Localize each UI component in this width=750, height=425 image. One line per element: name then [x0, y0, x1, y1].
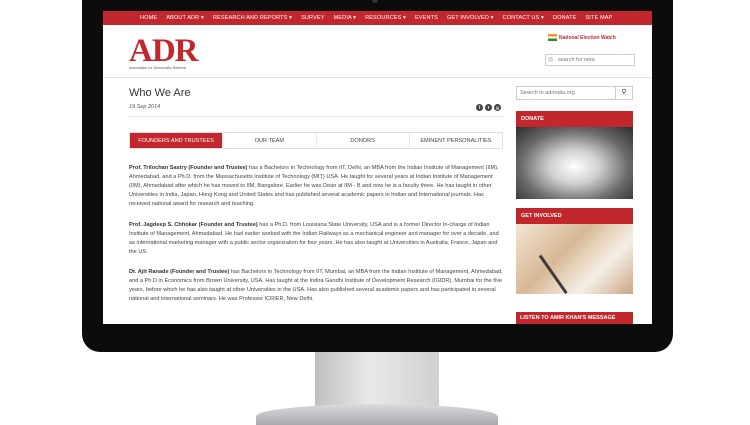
- nav-about[interactable]: ABOUT ADR ▾: [166, 15, 204, 21]
- nav-home[interactable]: HOME: [140, 15, 157, 21]
- neta-search: ◎: [545, 54, 635, 66]
- top-navigation: HOME ABOUT ADR ▾ RESEARCH AND REPORTS ▾ …: [103, 11, 652, 25]
- tab-our-team[interactable]: OUR TEAM: [223, 133, 317, 148]
- bio-name: Prof. Trilochan Sastry (Founder and Trus…: [129, 165, 248, 171]
- writing-image: [516, 224, 633, 295]
- nav-research[interactable]: RESEARCH AND REPORTS ▾: [213, 15, 292, 21]
- tab-bar: FOUNDERS AND TRUSTEES OUR TEAM DONORS EM…: [129, 132, 503, 149]
- nav-get-involved[interactable]: GET INVOLVED ▾: [447, 15, 494, 21]
- site-header: ADR Association for Democratic Reforms N…: [103, 25, 652, 78]
- page-title: Who We Are: [129, 87, 191, 99]
- hands-image: [516, 127, 633, 199]
- bio-paragraph: Dr. Ajit Ranade (Founder and Trustee) ha…: [129, 268, 503, 304]
- monitor-stand-base: [256, 404, 498, 425]
- national-election-watch-logo[interactable]: National Election Watch: [548, 34, 616, 41]
- nav-sitemap[interactable]: SITE MAP: [585, 15, 612, 21]
- get-involved-label: GET INVOLVED: [521, 213, 562, 219]
- flag-icon: [548, 34, 557, 41]
- screen: HOME ABOUT ADR ▾ RESEARCH AND REPORTS ▾ …: [103, 11, 652, 324]
- get-involved-box[interactable]: GET INVOLVED: [516, 208, 633, 295]
- google-plus-icon[interactable]: g: [494, 104, 501, 111]
- bio-text: has a Bachelors in Technology from IIT, …: [129, 165, 499, 207]
- site-search: ⚲: [516, 86, 633, 100]
- twitter-icon[interactable]: t: [485, 104, 492, 111]
- nav-survey[interactable]: SURVEY: [301, 15, 325, 21]
- donate-box[interactable]: DONATE: [516, 111, 633, 199]
- donate-label: DONATE: [521, 116, 544, 122]
- nav-donate[interactable]: DONATE: [553, 15, 577, 21]
- bio-name: Prof. Jagdeep S. Chhokar (Founder and Tr…: [129, 222, 258, 228]
- bio-paragraph: Prof. Trilochan Sastry (Founder and Trus…: [129, 164, 503, 209]
- neta-search-input[interactable]: [558, 56, 630, 63]
- social-share: f t g: [476, 104, 501, 111]
- facebook-icon[interactable]: f: [476, 104, 483, 111]
- main-content: Who We Are 19 Sep 2014 f t g FOUNDERS AN…: [103, 78, 652, 324]
- tab-eminent-personalities[interactable]: EMINENT PERSONALITIES: [410, 133, 502, 148]
- sidebar: ⚲ DONATE GET INVOLVED LISTEN TO AMIR KHA…: [516, 86, 633, 324]
- listen-message-button[interactable]: LISTEN TO AMIR KHAN'S MESSAGE: [516, 312, 633, 324]
- divider: [129, 116, 503, 117]
- pen-icon: [538, 254, 568, 295]
- page-date: 19 Sep 2014: [129, 104, 161, 110]
- site-search-input[interactable]: [520, 89, 612, 97]
- nav-media[interactable]: MEDIA ▾: [334, 15, 356, 21]
- bio-paragraph: Prof. Jagdeep S. Chhokar (Founder and Tr…: [129, 221, 503, 257]
- nav-contact[interactable]: CONTACT US ▾: [503, 15, 544, 21]
- search-icon: ◎: [548, 57, 554, 63]
- magnifier-icon[interactable]: ⚲: [615, 87, 632, 99]
- nav-resources[interactable]: RESOURCES ▾: [365, 15, 406, 21]
- tab-donors[interactable]: DONORS: [317, 133, 410, 148]
- bio-name: Dr. Ajit Ranade (Founder and Trustee): [129, 269, 230, 275]
- tab-founders-and-trustees[interactable]: FOUNDERS AND TRUSTEES: [130, 133, 224, 148]
- nav-events[interactable]: EVENTS: [415, 15, 438, 21]
- adr-logo[interactable]: ADR Association for Democratic Reforms: [129, 35, 198, 71]
- monitor-stand-neck: [315, 352, 439, 408]
